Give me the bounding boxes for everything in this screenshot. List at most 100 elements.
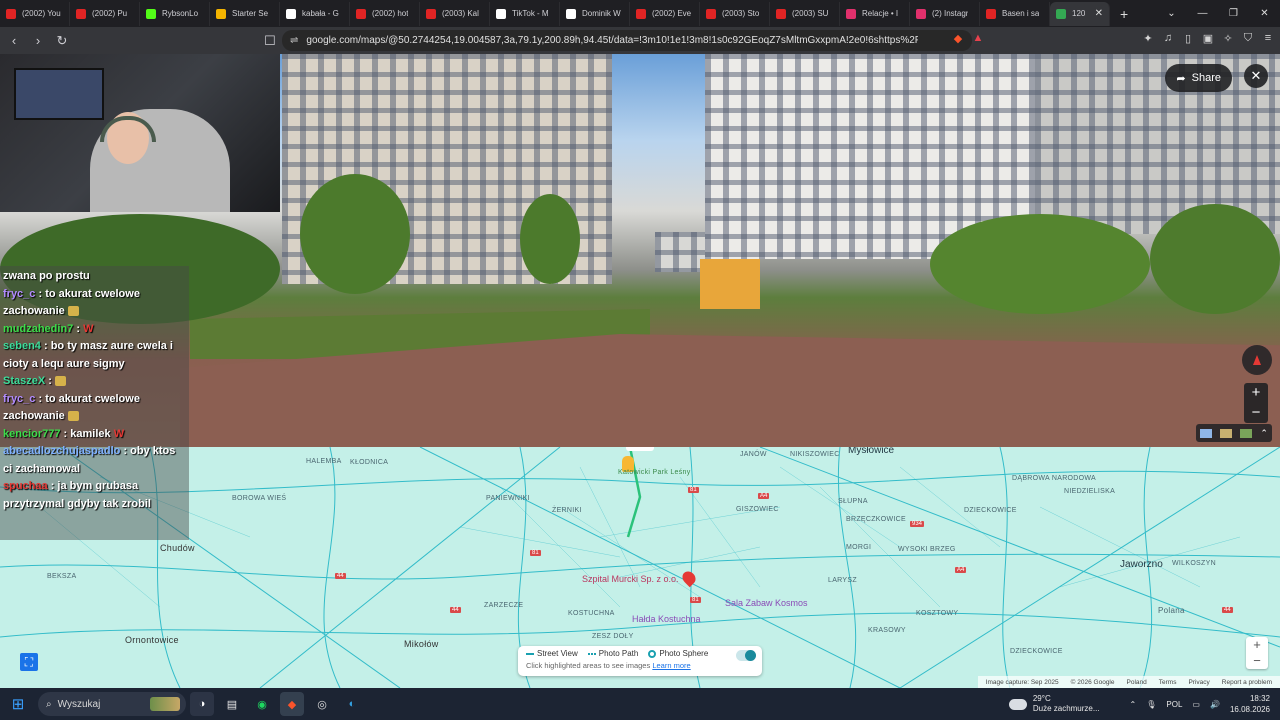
browser-tab[interactable]: (2003) Sto (700, 1, 770, 26)
road-shield: 44 (335, 573, 346, 579)
taskbar-search[interactable]: ⌕ Wyszukaj (38, 692, 186, 716)
edge-icon[interactable]: ◐ (340, 692, 364, 716)
spotify-icon[interactable]: ◉ (250, 692, 274, 716)
microphone-icon[interactable]: 🎙 (1146, 700, 1156, 709)
report-problem-link[interactable]: Report a problem (1222, 679, 1272, 686)
leo-icon[interactable]: ✧ (1222, 32, 1234, 45)
terms-link[interactable]: Terms (1159, 679, 1177, 686)
volume-icon[interactable]: 🔊 (1210, 700, 1220, 709)
chat-username[interactable]: StaszeX (3, 375, 45, 387)
brave-browser-icon[interactable]: ◆ (280, 692, 304, 716)
share-button[interactable]: ➦ Share (1165, 64, 1232, 92)
browser-tab[interactable]: TikTok - M (490, 1, 560, 26)
clock[interactable]: 18:32 16.08.2026 (1230, 693, 1270, 715)
poi-label[interactable]: Katowicki Park Leśny (618, 469, 691, 476)
start-button[interactable]: ⊞ (0, 688, 36, 720)
map-zoom-out-button[interactable]: − (1246, 653, 1268, 669)
chat-username[interactable]: fryc_c (3, 393, 35, 405)
coverage-toggle[interactable] (736, 650, 756, 661)
browser-tab[interactable]: (2) Instagr (910, 1, 980, 26)
browser-tab[interactable]: (2003) SU (770, 1, 840, 26)
search-icon: ⌕ (46, 698, 52, 710)
tab-label: Dominik W (582, 9, 621, 18)
tab-label: (2) Instagr (932, 9, 969, 18)
city-label: Mysłowice (848, 447, 895, 456)
chevron-up-icon[interactable]: ⌃ (1260, 428, 1268, 439)
tab-label: kabała - G (302, 9, 339, 18)
tab-search-icon[interactable]: ⌄ (1156, 8, 1187, 19)
brave-rewards-icon[interactable]: ▲ (972, 32, 984, 45)
browser-tab[interactable]: (2002) You (0, 1, 70, 26)
vpn-icon[interactable]: ⛉ (1242, 32, 1254, 45)
menu-icon[interactable]: ≡ (1262, 32, 1274, 45)
thumbnail-icon[interactable] (1200, 428, 1213, 438)
poi-label[interactable]: Sala Zabaw Kosmos (725, 598, 808, 608)
file-explorer-icon[interactable]: ▤ (220, 692, 244, 716)
browser-tab[interactable]: RybsonLo (140, 1, 210, 26)
extensions-icon[interactable]: ✦ (1142, 32, 1154, 45)
zoom-out-button[interactable]: − (1244, 403, 1268, 423)
town-label: WILKOSZYN (1172, 560, 1216, 567)
browser-tab[interactable]: Relacje • I (840, 1, 910, 26)
maximize-icon[interactable]: ❐ (1218, 8, 1249, 19)
back-icon[interactable]: ‹ (4, 31, 24, 51)
chat-username[interactable]: abecadlozchujaspadlo (3, 445, 120, 457)
browser-tab[interactable]: (2003) Kal (420, 1, 490, 26)
chat-username[interactable]: fryc_c (3, 288, 35, 300)
minimize-icon[interactable]: — (1187, 8, 1218, 19)
browser-tab[interactable]: (2002) Eve (630, 1, 700, 26)
sidebar-icon[interactable]: ▯ (1182, 32, 1194, 45)
panel-resize-handle[interactable] (626, 447, 654, 451)
close-street-view-button[interactable]: ✕ (1244, 64, 1268, 88)
browser-tab[interactable]: Dominik W (560, 1, 630, 26)
browser-tab[interactable]: (2002) hot (350, 1, 420, 26)
browser-tab[interactable]: Starter Se (210, 1, 280, 26)
address-bar[interactable]: ⇌ google.com/maps/@50.2744254,19.004587,… (282, 30, 972, 51)
reload-icon[interactable]: ↻ (52, 31, 72, 51)
chat-username[interactable]: seben4 (3, 340, 41, 352)
map-zoom-in-button[interactable]: + (1246, 637, 1268, 653)
weather-widget[interactable]: 29°C Duże zachmurze... (1008, 694, 1100, 714)
town-label: BRZĘCZKOWICE (846, 516, 906, 523)
browser-tab[interactable]: (2002) Pu (70, 1, 140, 26)
site-info-icon[interactable]: ⇌ (290, 35, 298, 46)
chat-username[interactable]: spuchaa (3, 480, 48, 492)
forward-icon[interactable]: › (28, 31, 48, 51)
town-label: PANIEWNIKI (486, 495, 530, 502)
poi-label[interactable]: Hałda Kostuchna (632, 614, 701, 624)
tab-favicon-icon (76, 8, 86, 19)
close-window-icon[interactable]: ✕ (1249, 8, 1280, 19)
thumbnail-icon[interactable] (1220, 428, 1233, 438)
chevron-up-icon[interactable]: ⌃ (1130, 700, 1137, 709)
browser-tab[interactable]: 120 B ✕ (1050, 1, 1110, 26)
taskview-icon[interactable]: ◑ (190, 692, 214, 716)
tab-close-icon[interactable]: ✕ (1095, 8, 1103, 19)
poi-label[interactable]: Szpital Murcki Sp. z o.o. (582, 574, 679, 584)
expand-map-button[interactable]: ⛶ (20, 653, 38, 671)
thumbnail-icon[interactable] (1240, 428, 1253, 438)
bookmark-icon[interactable]: ☐ (260, 31, 280, 51)
browser-tab[interactable]: kabała - G (280, 1, 350, 26)
tab-label: (2002) hot (372, 9, 409, 18)
zoom-in-button[interactable]: + (1244, 383, 1268, 403)
learn-more-link[interactable]: Learn more (652, 661, 690, 670)
language-indicator[interactable]: POL (1166, 700, 1182, 709)
chat-username[interactable]: kencior777 (3, 428, 60, 440)
town-label: KOSTUCHNA (568, 610, 615, 617)
imagery-thumbnails[interactable]: ⌃ (1196, 424, 1272, 442)
brave-shield-icon[interactable]: ◆ (952, 32, 964, 45)
compass-button[interactable] (1242, 345, 1272, 375)
privacy-link[interactable]: Privacy (1188, 679, 1209, 686)
new-tab-button[interactable]: + (1120, 6, 1128, 22)
url-text[interactable]: google.com/maps/@50.2744254,19.004587,3a… (306, 35, 918, 46)
town-label: KOSZTOWY (916, 610, 959, 617)
map-panel[interactable]: Mysłowice Jaworzno HALEMBA KŁODNICA BORO… (0, 447, 1280, 688)
town-label: ZESZ DOŁY (592, 633, 634, 640)
browser-tab[interactable]: Basen i sa (980, 1, 1050, 26)
media-icon[interactable]: ♫ (1162, 32, 1174, 45)
region-link[interactable]: Poland (1127, 679, 1147, 686)
network-icon[interactable]: ▭ (1192, 700, 1200, 709)
obs-icon[interactable]: ◎ (310, 692, 334, 716)
chat-username[interactable]: mudzahedin7 (3, 323, 73, 335)
wallet-icon[interactable]: ▣ (1202, 32, 1214, 45)
